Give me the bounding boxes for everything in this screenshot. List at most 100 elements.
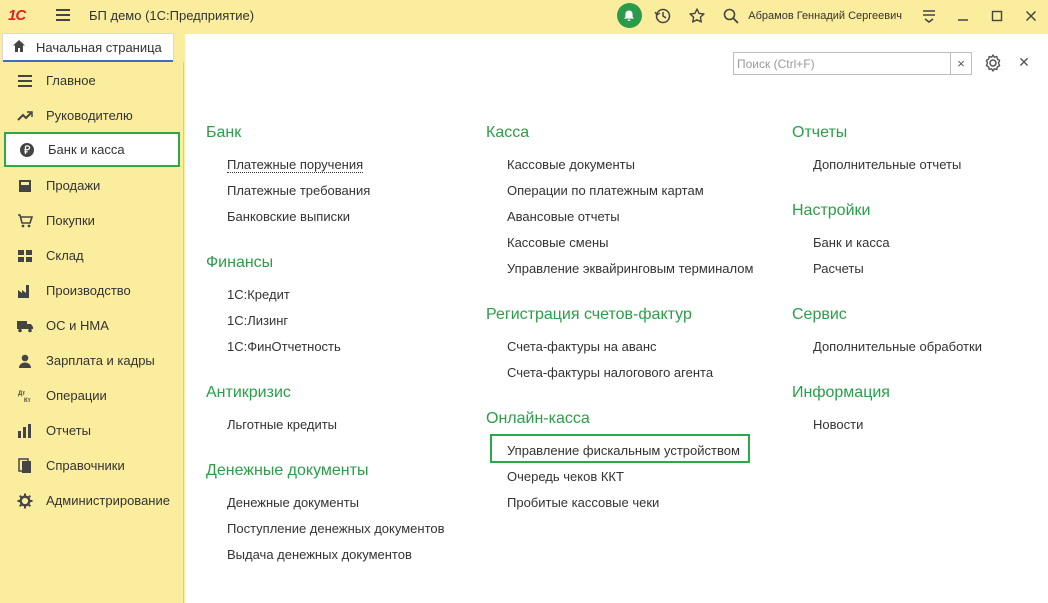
1c-logo: 1С [8, 6, 26, 24]
link-punched-receipts[interactable]: Пробитые кассовые чеки [507, 495, 659, 510]
link-fiscal-device-management[interactable]: Управление фискальным устройством [507, 443, 740, 458]
warehouse-icon [16, 248, 34, 264]
tab-home-page[interactable]: Начальная страница [2, 33, 174, 62]
section-settings-title[interactable]: Настройки [792, 202, 870, 220]
books-icon [16, 457, 34, 474]
favorites-star-icon[interactable] [680, 0, 714, 31]
link-kkt-queue[interactable]: Очередь чеков ККТ [507, 469, 624, 484]
section-kassa-title[interactable]: Касса [486, 124, 529, 142]
link-advance-invoices[interactable]: Счета-фактуры на аванс [507, 339, 657, 354]
sidebar: Главное Руководителю Банк и касса Продаж… [0, 62, 184, 603]
sidebar-item-reports[interactable]: Отчеты [4, 413, 180, 448]
sales-icon [16, 178, 34, 194]
link-cash-shifts[interactable]: Кассовые смены [507, 235, 608, 250]
sidebar-item-label: Продажи [46, 178, 101, 193]
sidebar-item-operations[interactable]: Дт Кт Операции [4, 378, 180, 413]
main-menu-icon[interactable] [56, 9, 70, 21]
main-panel: × ✕ Банк Платежные поручения Платежные т… [185, 34, 1048, 603]
link-news[interactable]: Новости [813, 417, 863, 432]
link-money-docs-receipt[interactable]: Поступление денежных документов [227, 521, 445, 536]
link-additional-reports[interactable]: Дополнительные отчеты [813, 157, 961, 172]
close-panel-icon[interactable]: ✕ [1016, 52, 1032, 72]
sidebar-item-bank-and-cash[interactable]: Банк и касса [4, 132, 180, 167]
sidebar-item-sales[interactable]: Продажи [4, 168, 180, 203]
gear-icon [16, 493, 34, 509]
settings-menu-icon[interactable] [912, 0, 946, 31]
search-box[interactable]: × [733, 52, 972, 75]
sidebar-item-label: ОС и НМА [46, 318, 109, 333]
link-bank-statements[interactable]: Банковские выписки [227, 209, 350, 224]
section-info-title[interactable]: Информация [792, 384, 890, 402]
sidebar-item-label: Производство [46, 283, 131, 298]
factory-icon [16, 283, 34, 299]
section-online-kassa-title[interactable]: Онлайн-касса [486, 410, 590, 428]
title-bar: 1С БП демо (1С:Предприятие) Абрамов Генн… [0, 0, 1048, 31]
section-anticrisis-title[interactable]: Антикризис [206, 384, 291, 402]
sidebar-item-main[interactable]: Главное [4, 63, 180, 98]
link-1c-finreport[interactable]: 1С:ФинОтчетность [227, 339, 341, 354]
link-payment-requests[interactable]: Платежные требования [227, 183, 370, 198]
link-expense-reports[interactable]: Авансовые отчеты [507, 209, 620, 224]
home-icon [12, 39, 26, 56]
link-1c-leasing[interactable]: 1С:Лизинг [227, 313, 288, 328]
svg-text:Дт: Дт [18, 391, 25, 397]
sidebar-item-label: Покупки [46, 213, 95, 228]
section-reports-title[interactable]: Отчеты [792, 124, 847, 142]
tab-home-label: Начальная страница [36, 40, 162, 55]
trend-icon [16, 108, 34, 124]
link-preferential-loans[interactable]: Льготные кредиты [227, 417, 337, 432]
section-invoices-title[interactable]: Регистрация счетов-фактур [486, 306, 692, 324]
sidebar-item-production[interactable]: Производство [4, 273, 180, 308]
maximize-icon[interactable] [980, 0, 1014, 31]
user-name[interactable]: Абрамов Геннадий Сергеевич [748, 10, 902, 22]
cart-icon [16, 213, 34, 229]
section-service-title[interactable]: Сервис [792, 306, 847, 324]
sidebar-item-purchases[interactable]: Покупки [4, 203, 180, 238]
section-finance-title[interactable]: Финансы [206, 254, 273, 272]
link-acquiring-terminal[interactable]: Управление эквайринговым терминалом [507, 261, 753, 276]
sidebar-item-label: Банк и касса [48, 142, 125, 157]
sidebar-item-label: Склад [46, 248, 84, 263]
settings-gear-icon[interactable] [983, 53, 1003, 73]
link-money-docs[interactable]: Денежные документы [227, 495, 359, 510]
sidebar-item-administration[interactable]: Администрирование [4, 483, 180, 518]
minimize-icon[interactable] [946, 0, 980, 31]
sidebar-item-references[interactable]: Справочники [4, 448, 180, 483]
svg-text:Кт: Кт [24, 398, 31, 404]
link-tax-agent-invoices[interactable]: Счета-фактуры налогового агента [507, 365, 713, 380]
sidebar-item-label: Отчеты [46, 423, 91, 438]
list-icon [16, 73, 34, 89]
history-icon[interactable] [646, 0, 680, 31]
link-money-docs-issue[interactable]: Выдача денежных документов [227, 547, 412, 562]
truck-icon [16, 318, 34, 334]
link-cash-documents[interactable]: Кассовые документы [507, 157, 635, 172]
search-icon[interactable] [714, 0, 748, 31]
link-settings-bank-cash[interactable]: Банк и касса [813, 235, 890, 250]
sidebar-item-label: Зарплата и кадры [46, 353, 155, 368]
sidebar-item-label: Операции [46, 388, 107, 403]
dt-kt-icon: Дт Кт [16, 388, 34, 404]
ruble-icon [18, 142, 36, 158]
bar-chart-icon [16, 423, 34, 439]
sidebar-item-salary[interactable]: Зарплата и кадры [4, 343, 180, 378]
section-bank-title[interactable]: Банк [206, 124, 241, 142]
link-card-operations[interactable]: Операции по платежным картам [507, 183, 704, 198]
sidebar-item-label: Администрирование [46, 493, 170, 508]
sidebar-item-label: Справочники [46, 458, 125, 473]
section-money-docs-title[interactable]: Денежные документы [206, 462, 368, 480]
sidebar-item-fixed-assets[interactable]: ОС и НМА [4, 308, 180, 343]
notifications-button[interactable] [612, 0, 646, 31]
bell-icon [616, 3, 642, 28]
app-title: БП демо (1С:Предприятие) [89, 8, 255, 23]
link-settings-calculations[interactable]: Расчеты [813, 261, 864, 276]
link-1c-credit[interactable]: 1С:Кредит [227, 287, 290, 302]
sidebar-item-label: Главное [46, 73, 96, 88]
person-icon [16, 353, 34, 369]
sidebar-item-warehouse[interactable]: Склад [4, 238, 180, 273]
clear-search-icon[interactable]: × [950, 53, 971, 74]
link-additional-processing[interactable]: Дополнительные обработки [813, 339, 982, 354]
search-input[interactable] [734, 53, 950, 74]
close-window-icon[interactable] [1014, 0, 1048, 31]
link-payment-orders[interactable]: Платежные поручения [227, 157, 364, 173]
sidebar-item-manager[interactable]: Руководителю [4, 98, 180, 133]
